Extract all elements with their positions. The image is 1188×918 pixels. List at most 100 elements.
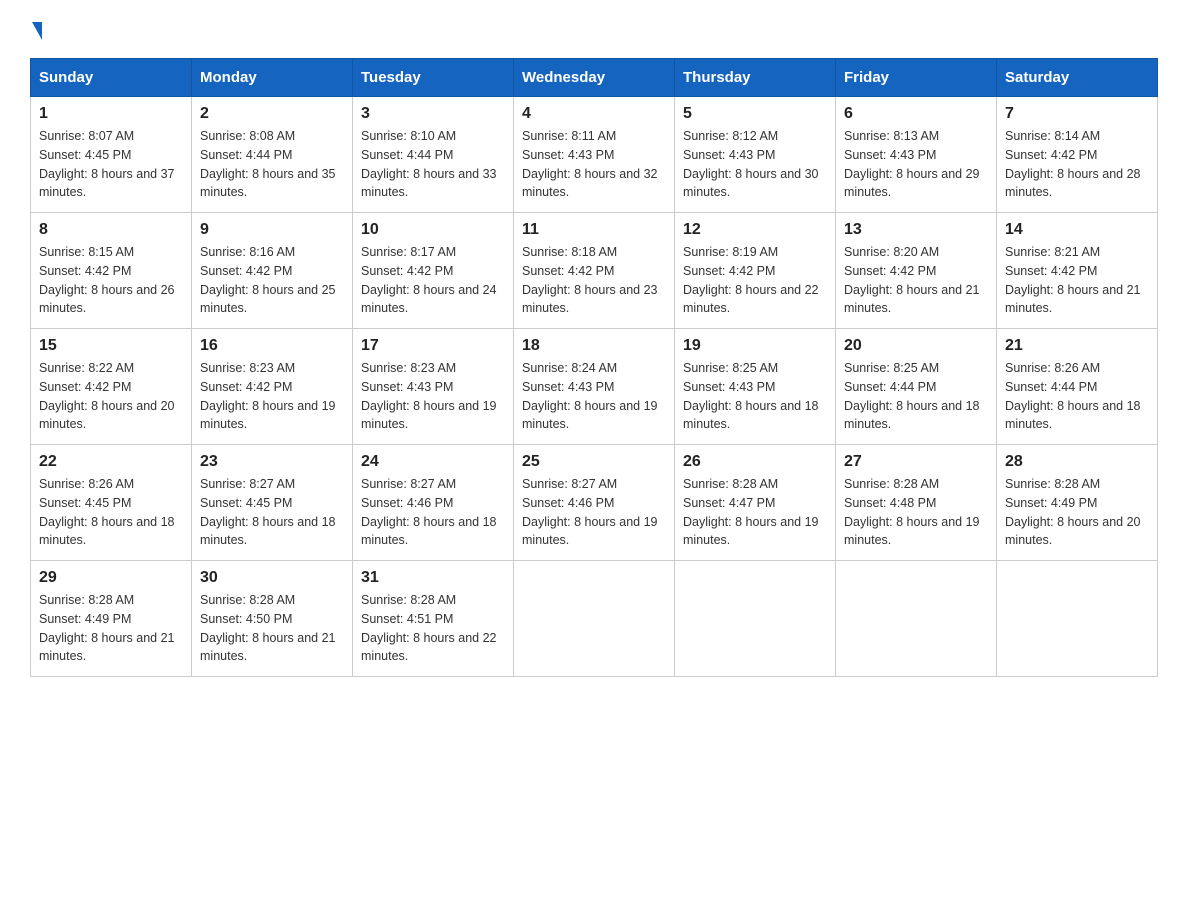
day-info: Sunrise: 8:27 AMSunset: 4:46 PMDaylight:… — [361, 475, 505, 550]
calendar-day-cell: 4 Sunrise: 8:11 AMSunset: 4:43 PMDayligh… — [514, 97, 675, 213]
day-info: Sunrise: 8:22 AMSunset: 4:42 PMDaylight:… — [39, 359, 183, 434]
calendar-day-cell: 17 Sunrise: 8:23 AMSunset: 4:43 PMDaylig… — [353, 329, 514, 445]
day-number: 20 — [844, 337, 988, 355]
day-info: Sunrise: 8:17 AMSunset: 4:42 PMDaylight:… — [361, 243, 505, 318]
day-info: Sunrise: 8:07 AMSunset: 4:45 PMDaylight:… — [39, 127, 183, 202]
day-info: Sunrise: 8:28 AMSunset: 4:50 PMDaylight:… — [200, 591, 344, 666]
calendar-day-cell: 14 Sunrise: 8:21 AMSunset: 4:42 PMDaylig… — [997, 213, 1158, 329]
calendar-week-row: 15 Sunrise: 8:22 AMSunset: 4:42 PMDaylig… — [31, 329, 1158, 445]
day-info: Sunrise: 8:21 AMSunset: 4:42 PMDaylight:… — [1005, 243, 1149, 318]
day-info: Sunrise: 8:15 AMSunset: 4:42 PMDaylight:… — [39, 243, 183, 318]
day-number: 7 — [1005, 105, 1149, 123]
day-number: 30 — [200, 569, 344, 587]
day-info: Sunrise: 8:27 AMSunset: 4:45 PMDaylight:… — [200, 475, 344, 550]
days-of-week-row: SundayMondayTuesdayWednesdayThursdayFrid… — [31, 59, 1158, 97]
day-of-week-header: Thursday — [675, 59, 836, 97]
day-info: Sunrise: 8:28 AMSunset: 4:47 PMDaylight:… — [683, 475, 827, 550]
calendar-day-cell: 12 Sunrise: 8:19 AMSunset: 4:42 PMDaylig… — [675, 213, 836, 329]
calendar-day-cell: 2 Sunrise: 8:08 AMSunset: 4:44 PMDayligh… — [192, 97, 353, 213]
day-info: Sunrise: 8:18 AMSunset: 4:42 PMDaylight:… — [522, 243, 666, 318]
day-number: 23 — [200, 453, 344, 471]
calendar-body: 1 Sunrise: 8:07 AMSunset: 4:45 PMDayligh… — [31, 97, 1158, 677]
calendar-day-cell: 8 Sunrise: 8:15 AMSunset: 4:42 PMDayligh… — [31, 213, 192, 329]
day-info: Sunrise: 8:12 AMSunset: 4:43 PMDaylight:… — [683, 127, 827, 202]
day-number: 31 — [361, 569, 505, 587]
day-number: 10 — [361, 221, 505, 239]
day-of-week-header: Monday — [192, 59, 353, 97]
calendar-day-cell: 6 Sunrise: 8:13 AMSunset: 4:43 PMDayligh… — [836, 97, 997, 213]
day-number: 27 — [844, 453, 988, 471]
calendar-day-cell: 21 Sunrise: 8:26 AMSunset: 4:44 PMDaylig… — [997, 329, 1158, 445]
day-number: 18 — [522, 337, 666, 355]
calendar-day-cell: 18 Sunrise: 8:24 AMSunset: 4:43 PMDaylig… — [514, 329, 675, 445]
day-info: Sunrise: 8:26 AMSunset: 4:45 PMDaylight:… — [39, 475, 183, 550]
logo-triangle-icon — [32, 22, 42, 40]
day-info: Sunrise: 8:26 AMSunset: 4:44 PMDaylight:… — [1005, 359, 1149, 434]
day-info: Sunrise: 8:20 AMSunset: 4:42 PMDaylight:… — [844, 243, 988, 318]
calendar-day-cell: 27 Sunrise: 8:28 AMSunset: 4:48 PMDaylig… — [836, 445, 997, 561]
day-number: 24 — [361, 453, 505, 471]
calendar-table: SundayMondayTuesdayWednesdayThursdayFrid… — [30, 58, 1158, 677]
day-info: Sunrise: 8:24 AMSunset: 4:43 PMDaylight:… — [522, 359, 666, 434]
calendar-day-cell: 15 Sunrise: 8:22 AMSunset: 4:42 PMDaylig… — [31, 329, 192, 445]
calendar-day-cell: 25 Sunrise: 8:27 AMSunset: 4:46 PMDaylig… — [514, 445, 675, 561]
day-number: 22 — [39, 453, 183, 471]
day-info: Sunrise: 8:23 AMSunset: 4:43 PMDaylight:… — [361, 359, 505, 434]
day-info: Sunrise: 8:08 AMSunset: 4:44 PMDaylight:… — [200, 127, 344, 202]
calendar-header: SundayMondayTuesdayWednesdayThursdayFrid… — [31, 59, 1158, 97]
day-number: 15 — [39, 337, 183, 355]
calendar-day-cell: 24 Sunrise: 8:27 AMSunset: 4:46 PMDaylig… — [353, 445, 514, 561]
day-info: Sunrise: 8:28 AMSunset: 4:49 PMDaylight:… — [39, 591, 183, 666]
calendar-week-row: 29 Sunrise: 8:28 AMSunset: 4:49 PMDaylig… — [31, 561, 1158, 677]
calendar-day-cell: 28 Sunrise: 8:28 AMSunset: 4:49 PMDaylig… — [997, 445, 1158, 561]
day-number: 29 — [39, 569, 183, 587]
day-number: 28 — [1005, 453, 1149, 471]
calendar-week-row: 22 Sunrise: 8:26 AMSunset: 4:45 PMDaylig… — [31, 445, 1158, 561]
calendar-day-cell: 1 Sunrise: 8:07 AMSunset: 4:45 PMDayligh… — [31, 97, 192, 213]
day-info: Sunrise: 8:25 AMSunset: 4:44 PMDaylight:… — [844, 359, 988, 434]
day-of-week-header: Friday — [836, 59, 997, 97]
day-info: Sunrise: 8:10 AMSunset: 4:44 PMDaylight:… — [361, 127, 505, 202]
day-info: Sunrise: 8:28 AMSunset: 4:49 PMDaylight:… — [1005, 475, 1149, 550]
calendar-day-cell: 7 Sunrise: 8:14 AMSunset: 4:42 PMDayligh… — [997, 97, 1158, 213]
day-number: 25 — [522, 453, 666, 471]
day-number: 14 — [1005, 221, 1149, 239]
day-info: Sunrise: 8:23 AMSunset: 4:42 PMDaylight:… — [200, 359, 344, 434]
day-number: 17 — [361, 337, 505, 355]
day-info: Sunrise: 8:25 AMSunset: 4:43 PMDaylight:… — [683, 359, 827, 434]
calendar-day-cell — [997, 561, 1158, 677]
day-info: Sunrise: 8:28 AMSunset: 4:51 PMDaylight:… — [361, 591, 505, 666]
day-number: 13 — [844, 221, 988, 239]
day-number: 19 — [683, 337, 827, 355]
page-header — [30, 20, 1158, 40]
day-number: 4 — [522, 105, 666, 123]
day-number: 3 — [361, 105, 505, 123]
calendar-day-cell: 30 Sunrise: 8:28 AMSunset: 4:50 PMDaylig… — [192, 561, 353, 677]
calendar-day-cell: 16 Sunrise: 8:23 AMSunset: 4:42 PMDaylig… — [192, 329, 353, 445]
calendar-day-cell: 22 Sunrise: 8:26 AMSunset: 4:45 PMDaylig… — [31, 445, 192, 561]
day-info: Sunrise: 8:14 AMSunset: 4:42 PMDaylight:… — [1005, 127, 1149, 202]
calendar-day-cell — [836, 561, 997, 677]
calendar-week-row: 1 Sunrise: 8:07 AMSunset: 4:45 PMDayligh… — [31, 97, 1158, 213]
day-info: Sunrise: 8:11 AMSunset: 4:43 PMDaylight:… — [522, 127, 666, 202]
day-of-week-header: Wednesday — [514, 59, 675, 97]
day-of-week-header: Sunday — [31, 59, 192, 97]
calendar-day-cell: 23 Sunrise: 8:27 AMSunset: 4:45 PMDaylig… — [192, 445, 353, 561]
calendar-day-cell: 11 Sunrise: 8:18 AMSunset: 4:42 PMDaylig… — [514, 213, 675, 329]
calendar-day-cell: 10 Sunrise: 8:17 AMSunset: 4:42 PMDaylig… — [353, 213, 514, 329]
calendar-day-cell: 29 Sunrise: 8:28 AMSunset: 4:49 PMDaylig… — [31, 561, 192, 677]
calendar-day-cell: 20 Sunrise: 8:25 AMSunset: 4:44 PMDaylig… — [836, 329, 997, 445]
calendar-day-cell: 31 Sunrise: 8:28 AMSunset: 4:51 PMDaylig… — [353, 561, 514, 677]
day-number: 1 — [39, 105, 183, 123]
day-number: 16 — [200, 337, 344, 355]
day-number: 11 — [522, 221, 666, 239]
day-info: Sunrise: 8:13 AMSunset: 4:43 PMDaylight:… — [844, 127, 988, 202]
logo — [30, 20, 42, 40]
day-number: 21 — [1005, 337, 1149, 355]
day-info: Sunrise: 8:27 AMSunset: 4:46 PMDaylight:… — [522, 475, 666, 550]
calendar-day-cell: 13 Sunrise: 8:20 AMSunset: 4:42 PMDaylig… — [836, 213, 997, 329]
calendar-day-cell — [514, 561, 675, 677]
calendar-day-cell — [675, 561, 836, 677]
calendar-day-cell: 26 Sunrise: 8:28 AMSunset: 4:47 PMDaylig… — [675, 445, 836, 561]
calendar-week-row: 8 Sunrise: 8:15 AMSunset: 4:42 PMDayligh… — [31, 213, 1158, 329]
